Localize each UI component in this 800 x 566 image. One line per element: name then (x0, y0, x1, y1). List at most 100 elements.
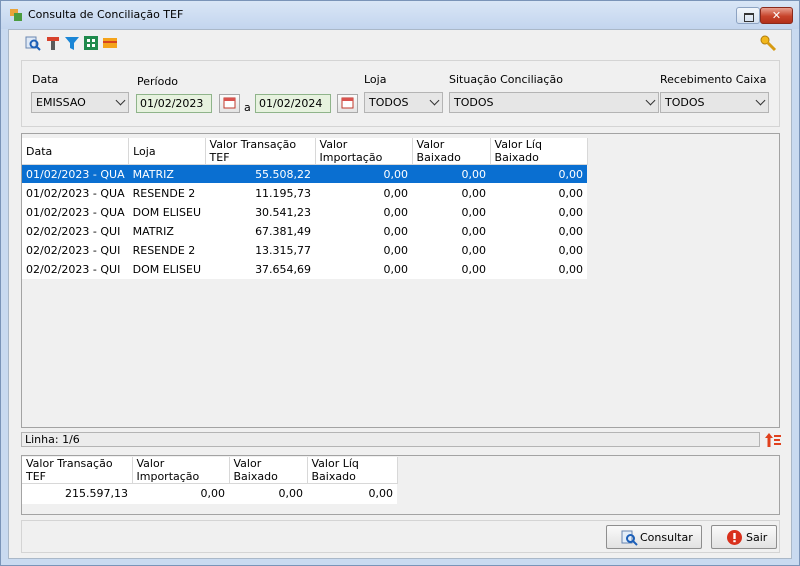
cell-valor-importacao: 0,00 (315, 202, 413, 222)
total-valor-importacao: 0,00 (132, 483, 229, 504)
date-separator: a (244, 101, 251, 114)
table-row[interactable]: 02/02/2023 - QUI RESENDE 2 13.315,77 0,00 0,… (22, 240, 588, 260)
close-button[interactable]: ✕ (760, 7, 793, 24)
data-select-value: EMISSAO (36, 96, 86, 109)
key-icon[interactable] (759, 34, 777, 52)
table-row[interactable]: 02/02/2023 - QUI DOM ELISEU 37.654,69 0,00 0… (22, 259, 588, 279)
col-valor-importacao[interactable]: Valor Importação (315, 138, 413, 165)
situacao-select[interactable]: TODOS (449, 92, 659, 113)
cell-valor-importacao: 0,00 (315, 240, 413, 260)
table-row[interactable]: 01/02/2023 - QUA MATRIZ 55.508,22 0,00 0,00 0… (22, 164, 588, 184)
cell-valor-tef: 37.654,69 (205, 259, 316, 279)
chevron-down-icon (755, 95, 766, 106)
data-select[interactable]: EMISSAO (31, 92, 129, 113)
cell-data: 02/02/2023 - QUI (22, 240, 129, 260)
cell-valor-tef: 30.541,23 (205, 202, 316, 222)
filter-icon[interactable] (64, 35, 80, 51)
chevron-down-icon (429, 95, 440, 106)
col-valor-liq-baixado[interactable]: Valor Líq Baixado (490, 138, 588, 165)
cell-valor-baixado: 0,00 (412, 202, 491, 222)
situacao-select-value: TODOS (454, 96, 494, 109)
data-label: Data (32, 73, 59, 86)
cell-loja: MATRIZ (128, 164, 206, 184)
search-icon (621, 530, 638, 546)
recebimento-label: Recebimento Caixa (660, 73, 767, 86)
sort-icon[interactable] (765, 433, 781, 447)
cell-valor-liq-baixado: 0,00 (490, 202, 588, 222)
cell-loja: MATRIZ (128, 221, 206, 241)
filter-panel: Data EMISSAO Período 01/02/2023 a 01/02/… (21, 60, 780, 127)
loja-select[interactable]: TODOS (364, 92, 443, 113)
consultar-button[interactable]: Consultar (606, 525, 702, 549)
exit-icon (727, 530, 742, 545)
cell-valor-baixado: 0,00 (412, 221, 491, 241)
loja-label: Loja (364, 73, 387, 86)
cell-loja: DOM ELISEU (128, 259, 206, 279)
date-from-input[interactable]: 01/02/2023 (136, 94, 212, 113)
total-valor-tef: 215.597,13 (22, 483, 132, 504)
cell-valor-liq-baixado: 0,00 (490, 183, 588, 203)
total-valor-liq-baixado: 0,00 (307, 483, 397, 504)
cell-data: 01/02/2023 - QUA (22, 202, 129, 222)
sair-button[interactable]: Sair (711, 525, 777, 549)
cell-valor-tef: 55.508,22 (205, 164, 316, 184)
recebimento-select-value: TODOS (665, 96, 705, 109)
total-col-valor-tef: Valor Transação TEF (22, 457, 133, 484)
col-loja[interactable]: Loja (128, 138, 206, 165)
total-col-valor-importacao: Valor Importação (132, 457, 230, 484)
cell-valor-tef: 67.381,49 (205, 221, 316, 241)
cell-valor-baixado: 0,00 (412, 183, 491, 203)
col-data[interactable]: Data (22, 138, 130, 165)
cell-valor-baixado: 0,00 (412, 164, 491, 184)
date-to-input[interactable]: 01/02/2024 (255, 94, 331, 113)
table-row[interactable]: 02/02/2023 - QUI MATRIZ 67.381,49 0,00 0,00 0… (22, 221, 588, 241)
grid-header-row: Data Loja Valor Transação TEF Valor Impo… (22, 138, 588, 165)
col-valor-baixado[interactable]: Valor Baixado (412, 138, 491, 165)
window-title: Consulta de Conciliação TEF (28, 8, 184, 21)
table-row[interactable]: 01/02/2023 - QUA RESENDE 2 11.195,73 0,00 0,… (22, 183, 588, 203)
cell-data: 02/02/2023 - QUI (22, 221, 129, 241)
calendar-icon (341, 97, 354, 109)
cell-data: 01/02/2023 - QUA (22, 164, 129, 184)
spreadsheet-icon[interactable] (83, 35, 99, 51)
consultar-label: Consultar (640, 531, 693, 544)
title-bar: Consulta de Conciliação TEF ✕ (1, 1, 799, 29)
main-window: Consulta de Conciliação TEF ✕ Data EMISS… (0, 0, 800, 566)
cell-valor-liq-baixado: 0,00 (490, 164, 588, 184)
recebimento-select[interactable]: TODOS (660, 92, 769, 113)
cell-valor-importacao: 0,00 (315, 259, 413, 279)
cell-loja: DOM ELISEU (128, 202, 206, 222)
cell-valor-importacao: 0,00 (315, 164, 413, 184)
chevron-down-icon (645, 95, 656, 106)
cell-data: 01/02/2023 - QUA (22, 183, 129, 203)
sair-label: Sair (746, 531, 768, 544)
date-from-calendar-button[interactable] (219, 94, 240, 113)
total-col-valor-liq-baixado: Valor Líq Baixado (307, 457, 398, 484)
restore-button[interactable] (736, 7, 760, 24)
button-bar: Consultar Sair (21, 520, 780, 553)
loja-select-value: TODOS (369, 96, 409, 109)
app-icon (10, 9, 22, 21)
cell-valor-baixado: 0,00 (412, 259, 491, 279)
date-to-calendar-button[interactable] (337, 94, 358, 113)
situacao-label: Situação Conciliação (449, 73, 563, 86)
cell-data: 02/02/2023 - QUI (22, 259, 129, 279)
cell-valor-importacao: 0,00 (315, 183, 413, 203)
periodo-label: Período (137, 75, 179, 88)
tef-icon[interactable] (102, 35, 118, 51)
results-grid[interactable]: Data Loja Valor Transação TEF Valor Impo… (21, 133, 780, 428)
total-col-valor-baixado: Valor Baixado (229, 457, 308, 484)
search-icon[interactable] (25, 35, 41, 51)
chevron-down-icon (115, 95, 126, 106)
cell-valor-liq-baixado: 0,00 (490, 221, 588, 241)
cell-valor-baixado: 0,00 (412, 240, 491, 260)
cell-valor-liq-baixado: 0,00 (490, 240, 588, 260)
col-valor-tef[interactable]: Valor Transação TEF (205, 138, 316, 165)
cell-valor-liq-baixado: 0,00 (490, 259, 588, 279)
clear-filter-icon[interactable] (45, 35, 61, 51)
client-area: Data EMISSAO Período 01/02/2023 a 01/02/… (8, 29, 792, 559)
table-row[interactable]: 01/02/2023 - QUA DOM ELISEU 30.541,23 0,00 0… (22, 202, 588, 222)
cell-valor-tef: 13.315,77 (205, 240, 316, 260)
totals-panel: Valor Transação TEF Valor Importação Val… (21, 455, 780, 515)
totals-header-row: Valor Transação TEF Valor Importação Val… (22, 457, 398, 484)
